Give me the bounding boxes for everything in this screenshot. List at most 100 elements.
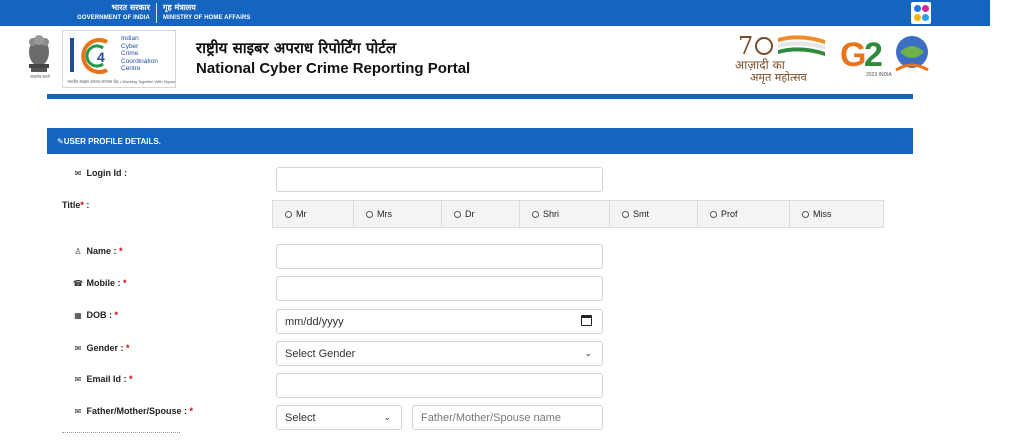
envelope-icon: ✉	[74, 169, 82, 178]
svg-text:2: 2	[864, 36, 883, 74]
i4c-tagline: भारतीय साइबर अपराध समन्वय केंद्र • Worki…	[67, 79, 176, 84]
i4c-mark-icon: 4	[70, 38, 108, 74]
mobile-input[interactable]	[276, 276, 603, 301]
user-icon: ♙	[74, 247, 82, 256]
mobile-label: ☎ Mobile : *	[72, 278, 127, 288]
dob-label: ▦ DOB : *	[72, 310, 118, 320]
social-links[interactable]	[911, 2, 931, 24]
facebook-icon[interactable]	[914, 5, 921, 12]
required-mark: *	[119, 246, 123, 256]
title-label-suffix: :	[83, 200, 90, 210]
profile-section-header: ✎USER PROFILE DETAILS.	[47, 128, 913, 154]
email-label-text: Email Id :	[86, 374, 130, 384]
relation-select[interactable]: Select ⌄	[276, 405, 402, 430]
radio-button[interactable]	[454, 211, 461, 218]
radio-button[interactable]	[532, 211, 539, 218]
sharechat-icon[interactable]	[922, 14, 929, 21]
title-option-label: Mrs	[377, 209, 392, 219]
gender-select[interactable]: Select Gender ⌄	[276, 341, 603, 366]
i4c-line: Cyber	[121, 42, 139, 50]
title-option-mrs[interactable]: Mrs	[354, 201, 442, 227]
i4c-line: Crime	[121, 50, 139, 57]
title-option-prof[interactable]: Prof	[698, 201, 790, 227]
relation-label-text: Father/Mother/Spouse :	[86, 406, 190, 416]
gov-of-india-hindi: भारत सरकार	[111, 3, 150, 12]
emblem-caption: सत्यमेव जयते	[30, 74, 50, 79]
mobile-label-text: Mobile :	[86, 278, 124, 288]
portal-title-english: National Cyber Crime Reporting Portal	[196, 60, 471, 77]
dob-placeholder: mm/dd/yyyy	[285, 316, 344, 328]
relation-name-placeholder: Father/Mother/Spouse name	[421, 412, 562, 424]
dob-label-text: DOB :	[86, 310, 115, 320]
email-input[interactable]	[276, 373, 603, 398]
title-radio-group: Mr Mrs Dr Shri Smt Prof Miss	[272, 200, 884, 228]
relation-label: ✉ Father/Mother/Spouse : *	[72, 406, 193, 416]
envelope-icon: ✉	[74, 407, 82, 416]
login-id-input[interactable]	[276, 167, 603, 192]
instagram-icon[interactable]	[922, 5, 929, 12]
gov-strip: भारत सरकार GOVERNMENT OF INDIA गृह मंत्र…	[0, 0, 990, 26]
calendar-icon: ▦	[74, 311, 82, 320]
svg-text:4: 4	[97, 49, 105, 65]
relation-selected-value: Select	[285, 412, 316, 424]
name-input[interactable]	[276, 244, 603, 269]
radio-button[interactable]	[710, 211, 717, 218]
calendar-picker-icon[interactable]	[581, 315, 592, 326]
title-option-dr[interactable]: Dr	[442, 201, 520, 227]
title-label-text: Title	[62, 200, 81, 210]
title-option-label: Miss	[813, 209, 832, 219]
radio-button[interactable]	[366, 211, 373, 218]
radio-button[interactable]	[622, 211, 629, 218]
required-mark: *	[126, 343, 130, 353]
phone-icon: ☎	[73, 279, 83, 288]
i4c-name: Indian Cyber Crime Coordination Centre	[121, 35, 158, 73]
name-label-text: Name :	[86, 246, 120, 256]
i4c-line: Centre	[121, 65, 141, 72]
title-label: Title* :	[62, 200, 89, 210]
section-title: USER PROFILE DETAILS.	[63, 137, 161, 146]
email-label: ✉ Email Id : *	[72, 374, 133, 384]
required-mark: *	[123, 278, 127, 288]
title-option-mr[interactable]: Mr	[273, 201, 354, 227]
required-mark: *	[114, 310, 119, 320]
title-option-label: Prof	[721, 209, 738, 219]
svg-text:G: G	[840, 36, 866, 74]
header-divider	[47, 94, 913, 99]
gov-of-india: भारत सरकार GOVERNMENT OF INDIA	[40, 3, 150, 23]
required-mark: *	[189, 406, 194, 416]
login-id-label-text: Login Id :	[86, 168, 128, 178]
ministry-hindi: गृह मंत्रालय	[163, 3, 196, 12]
name-label: ♙ Name : *	[72, 246, 123, 256]
edit-icon: ✎	[57, 137, 64, 146]
ministry-english: MINISTRY OF HOME AFFAIRS	[163, 15, 251, 21]
envelope-icon: ✉	[74, 344, 82, 353]
g20-logo-icon: G 2	[840, 36, 929, 74]
azadi-line-2: अमृत महोत्सव	[750, 71, 807, 84]
chevron-down-icon: ⌄	[584, 348, 592, 358]
title-option-label: Smt	[633, 209, 650, 219]
g20-caption: 2023 INDIA	[866, 72, 892, 78]
title-option-smt[interactable]: Smt	[610, 201, 698, 227]
title-option-miss[interactable]: Miss	[790, 201, 883, 227]
koo-icon[interactable]	[914, 14, 921, 21]
i4c-logo[interactable]: 4 Indian Cyber Crime Coordination Centre…	[62, 30, 176, 88]
dob-input[interactable]: mm/dd/yyyy	[276, 309, 603, 334]
title-option-label: Shri	[543, 209, 560, 219]
required-mark: *	[129, 374, 133, 384]
gender-selected-value: Select Gender	[285, 348, 356, 360]
i4c-line: Indian	[121, 35, 139, 42]
title-option-shri[interactable]: Shri	[520, 201, 610, 227]
login-id-label: ✉ Login Id :	[72, 168, 127, 178]
envelope-icon: ✉	[74, 375, 82, 384]
ministry-home-affairs: गृह मंत्रालय MINISTRY OF HOME AFFAIRS	[156, 3, 251, 23]
gender-label-text: Gender :	[86, 343, 127, 353]
radio-button[interactable]	[285, 211, 292, 218]
radio-button[interactable]	[802, 211, 809, 218]
site-header: सत्यमेव जयते 4 Indian Cyber Crime Coordi…	[0, 26, 990, 94]
portal-title-hindi: राष्ट्रीय साइबर अपराध रिपोर्टिंग पोर्टल	[196, 39, 397, 57]
relation-name-input[interactable]: Father/Mother/Spouse name	[412, 405, 603, 430]
dotted-divider	[62, 432, 180, 433]
chevron-down-icon: ⌄	[383, 412, 391, 422]
i4c-line: Coordination	[121, 57, 158, 65]
title-option-label: Mr	[296, 209, 307, 219]
